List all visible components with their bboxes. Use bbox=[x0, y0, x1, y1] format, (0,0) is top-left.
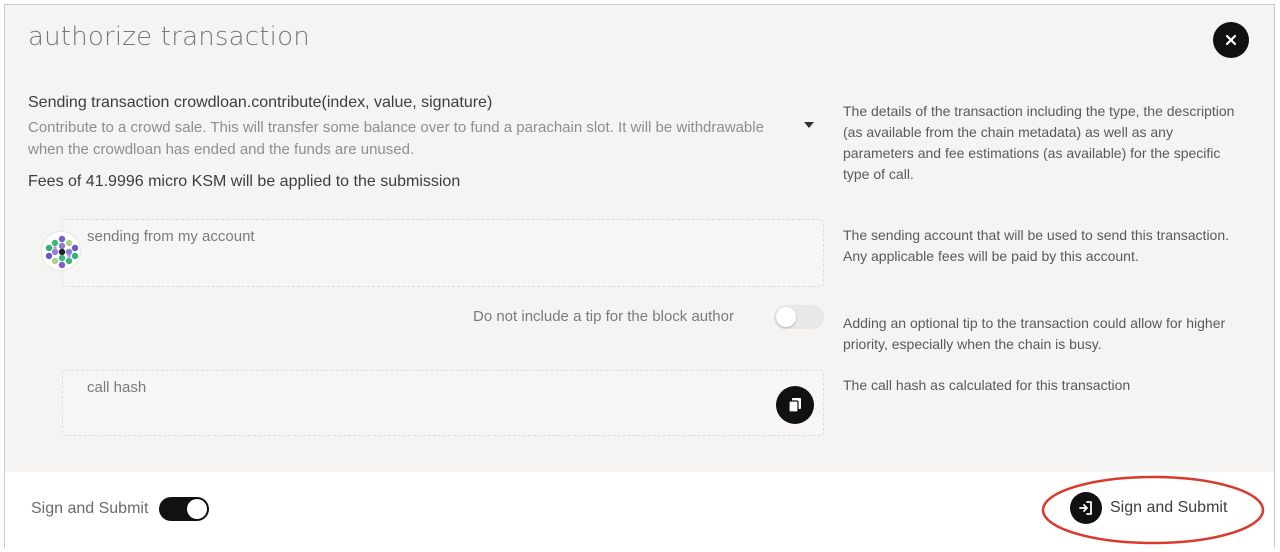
sending-account-field[interactable]: sending from my account bbox=[62, 219, 824, 287]
account-help: The sending account that will be used to… bbox=[843, 227, 1230, 264]
copy-call-hash-button[interactable] bbox=[776, 386, 814, 424]
sign-and-submit-toggle[interactable] bbox=[159, 497, 209, 521]
sending-account-label: sending from my account bbox=[87, 228, 255, 245]
expand-details-button[interactable] bbox=[802, 117, 816, 131]
caret-down-icon bbox=[804, 122, 814, 128]
tip-help: Adding an optional tip to the transactio… bbox=[843, 315, 1226, 352]
identicon bbox=[45, 235, 79, 269]
call-hash-field[interactable]: call hash bbox=[62, 370, 824, 436]
fees-text: Fees of 41.9996 micro KSM will be applie… bbox=[28, 173, 461, 190]
sign-in-icon bbox=[1070, 492, 1102, 524]
copy-icon bbox=[788, 398, 801, 413]
modal-title: authorize transaction bbox=[28, 22, 310, 52]
toggle-knob bbox=[187, 499, 207, 519]
transaction-description: Contribute to a crowd sale. This will tr… bbox=[28, 119, 764, 158]
sign-and-submit-button[interactable]: Sign and Submit bbox=[1070, 491, 1227, 525]
authorize-transaction-modal: authorize transaction Sending transactio… bbox=[4, 4, 1275, 549]
sign-and-submit-label: Sign and Submit bbox=[1110, 499, 1228, 516]
transaction-help: The details of the transaction including… bbox=[843, 103, 1235, 182]
tip-toggle-label: Do not include a tip for the block autho… bbox=[473, 308, 734, 325]
sign-and-submit-toggle-label: Sign and Submit bbox=[31, 500, 149, 517]
call-hash-help: The call hash as calculated for this tra… bbox=[843, 377, 1131, 393]
transaction-heading: Sending transaction crowdloan.contribute… bbox=[28, 94, 493, 111]
modal-body: authorize transaction Sending transactio… bbox=[5, 5, 1274, 472]
close-button[interactable] bbox=[1213, 22, 1249, 58]
close-icon bbox=[1225, 34, 1237, 46]
account-avatar bbox=[41, 231, 81, 271]
call-hash-label: call hash bbox=[87, 379, 147, 396]
tip-toggle[interactable] bbox=[774, 305, 824, 329]
toggle-knob bbox=[776, 307, 796, 327]
